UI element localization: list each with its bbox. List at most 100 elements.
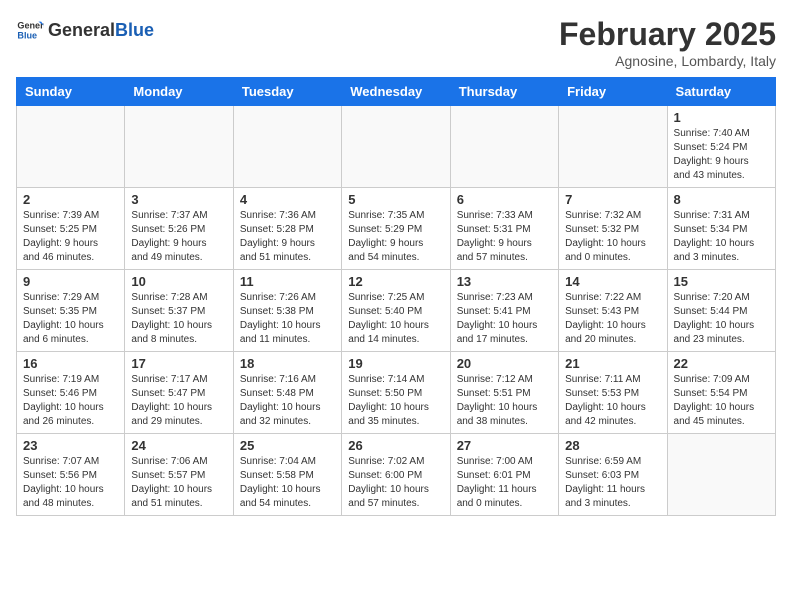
day-number: 2: [23, 192, 118, 207]
day-info: Sunrise: 7:02 AM Sunset: 6:00 PM Dayligh…: [348, 455, 443, 511]
day-number: 8: [674, 192, 769, 207]
calendar-cell: [559, 106, 667, 188]
day-info: Sunrise: 7:20 AM Sunset: 5:44 PM Dayligh…: [674, 291, 769, 347]
day-number: 13: [457, 274, 552, 289]
day-info: Sunrise: 7:17 AM Sunset: 5:47 PM Dayligh…: [131, 373, 226, 429]
day-number: 6: [457, 192, 552, 207]
calendar-cell: 4 Sunrise: 7:36 AM Sunset: 5:28 PM Daylig…: [233, 188, 341, 270]
calendar-cell: [342, 106, 450, 188]
day-number: 18: [240, 356, 335, 371]
week-row-5: 23Sunrise: 7:07 AM Sunset: 5:56 PM Dayli…: [17, 434, 776, 516]
calendar-cell: 6Sunrise: 7:33 AM Sunset: 5:31 PM Daylig…: [450, 188, 558, 270]
calendar-cell: 12Sunrise: 7:25 AM Sunset: 5:40 PM Dayli…: [342, 270, 450, 352]
calendar-cell: 18 Sunrise: 7:16 AM Sunset: 5:48 PM Dayli…: [233, 352, 341, 434]
calendar-cell: 15 Sunrise: 7:20 AM Sunset: 5:44 PM Dayli…: [667, 270, 775, 352]
day-info: Sunrise: 7:04 AM Sunset: 5:58 PM Dayligh…: [240, 455, 335, 511]
day-info: Sunrise: 7:09 AM Sunset: 5:54 PM Dayligh…: [674, 373, 769, 429]
day-number: 20: [457, 356, 552, 371]
weekday-header-wednesday: Wednesday: [342, 78, 450, 106]
day-info: Sunrise: 7:14 AM Sunset: 5:50 PM Dayligh…: [348, 373, 443, 429]
calendar-cell: 22 Sunrise: 7:09 AM Sunset: 5:54 PM Dayli…: [667, 352, 775, 434]
weekday-header-tuesday: Tuesday: [233, 78, 341, 106]
day-info: Sunrise: 7:36 AM Sunset: 5:28 PM Dayligh…: [240, 209, 335, 265]
day-info: Sunrise: 7:39 AM Sunset: 5:25 PM Dayligh…: [23, 209, 118, 265]
calendar-cell: [450, 106, 558, 188]
logo-text-general: General: [48, 20, 115, 41]
calendar-cell: 5 Sunrise: 7:35 AM Sunset: 5:29 PM Daylig…: [342, 188, 450, 270]
day-number: 16: [23, 356, 118, 371]
day-number: 22: [674, 356, 769, 371]
day-number: 3: [131, 192, 226, 207]
calendar-cell: [667, 434, 775, 516]
day-info: Sunrise: 7:00 AM Sunset: 6:01 PM Dayligh…: [457, 455, 552, 511]
day-info: Sunrise: 7:31 AM Sunset: 5:34 PM Dayligh…: [674, 209, 769, 265]
calendar-cell: 20 Sunrise: 7:12 AM Sunset: 5:51 PM Dayli…: [450, 352, 558, 434]
calendar-cell: 3 Sunrise: 7:37 AM Sunset: 5:26 PM Daylig…: [125, 188, 233, 270]
calendar-cell: 27 Sunrise: 7:00 AM Sunset: 6:01 PM Dayli…: [450, 434, 558, 516]
day-number: 17: [131, 356, 226, 371]
day-info: Sunrise: 7:12 AM Sunset: 5:51 PM Dayligh…: [457, 373, 552, 429]
day-info: Sunrise: 7:26 AM Sunset: 5:38 PM Dayligh…: [240, 291, 335, 347]
week-row-1: 1 Sunrise: 7:40 AM Sunset: 5:24 PM Daylig…: [17, 106, 776, 188]
day-number: 7: [565, 192, 660, 207]
calendar-cell: 16 Sunrise: 7:19 AM Sunset: 5:46 PM Dayli…: [17, 352, 125, 434]
day-number: 15: [674, 274, 769, 289]
day-info: Sunrise: 7:35 AM Sunset: 5:29 PM Dayligh…: [348, 209, 443, 265]
weekday-header-row: SundayMondayTuesdayWednesdayThursdayFrid…: [17, 78, 776, 106]
calendar: SundayMondayTuesdayWednesdayThursdayFrid…: [16, 77, 776, 516]
calendar-cell: 21Sunrise: 7:11 AM Sunset: 5:53 PM Dayli…: [559, 352, 667, 434]
day-info: Sunrise: 7:32 AM Sunset: 5:32 PM Dayligh…: [565, 209, 660, 265]
calendar-cell: [17, 106, 125, 188]
logo-icon: General Blue: [16, 16, 44, 44]
location: Agnosine, Lombardy, Italy: [559, 53, 776, 69]
day-info: Sunrise: 7:29 AM Sunset: 5:35 PM Dayligh…: [23, 291, 118, 347]
calendar-cell: 28 Sunrise: 6:59 AM Sunset: 6:03 PM Dayli…: [559, 434, 667, 516]
calendar-cell: 10 Sunrise: 7:28 AM Sunset: 5:37 PM Dayli…: [125, 270, 233, 352]
day-info: Sunrise: 7:22 AM Sunset: 5:43 PM Dayligh…: [565, 291, 660, 347]
calendar-cell: 19 Sunrise: 7:14 AM Sunset: 5:50 PM Dayli…: [342, 352, 450, 434]
day-number: 23: [23, 438, 118, 453]
day-number: 14: [565, 274, 660, 289]
calendar-cell: 26 Sunrise: 7:02 AM Sunset: 6:00 PM Dayli…: [342, 434, 450, 516]
day-info: Sunrise: 6:59 AM Sunset: 6:03 PM Dayligh…: [565, 455, 660, 511]
day-number: 28: [565, 438, 660, 453]
week-row-4: 16 Sunrise: 7:19 AM Sunset: 5:46 PM Dayli…: [17, 352, 776, 434]
day-number: 19: [348, 356, 443, 371]
day-number: 10: [131, 274, 226, 289]
week-row-3: 9Sunrise: 7:29 AM Sunset: 5:35 PM Daylig…: [17, 270, 776, 352]
weekday-header-friday: Friday: [559, 78, 667, 106]
month-year: February 2025: [559, 16, 776, 53]
day-number: 4: [240, 192, 335, 207]
calendar-cell: [125, 106, 233, 188]
day-info: Sunrise: 7:16 AM Sunset: 5:48 PM Dayligh…: [240, 373, 335, 429]
weekday-header-thursday: Thursday: [450, 78, 558, 106]
calendar-cell: 14 Sunrise: 7:22 AM Sunset: 5:43 PM Dayli…: [559, 270, 667, 352]
day-number: 26: [348, 438, 443, 453]
header: General Blue GeneralBlue February 2025 A…: [16, 16, 776, 69]
day-number: 27: [457, 438, 552, 453]
calendar-cell: 13Sunrise: 7:23 AM Sunset: 5:41 PM Dayli…: [450, 270, 558, 352]
day-number: 5: [348, 192, 443, 207]
week-row-2: 2 Sunrise: 7:39 AM Sunset: 5:25 PM Daylig…: [17, 188, 776, 270]
calendar-cell: 24Sunrise: 7:06 AM Sunset: 5:57 PM Dayli…: [125, 434, 233, 516]
calendar-cell: 25 Sunrise: 7:04 AM Sunset: 5:58 PM Dayli…: [233, 434, 341, 516]
calendar-cell: 8 Sunrise: 7:31 AM Sunset: 5:34 PM Daylig…: [667, 188, 775, 270]
day-number: 1: [674, 110, 769, 125]
day-info: Sunrise: 7:06 AM Sunset: 5:57 PM Dayligh…: [131, 455, 226, 511]
calendar-cell: [233, 106, 341, 188]
svg-text:Blue: Blue: [17, 30, 37, 40]
calendar-cell: 11Sunrise: 7:26 AM Sunset: 5:38 PM Dayli…: [233, 270, 341, 352]
title-area: February 2025 Agnosine, Lombardy, Italy: [559, 16, 776, 69]
day-info: Sunrise: 7:19 AM Sunset: 5:46 PM Dayligh…: [23, 373, 118, 429]
day-info: Sunrise: 7:37 AM Sunset: 5:26 PM Dayligh…: [131, 209, 226, 265]
day-number: 25: [240, 438, 335, 453]
logo: General Blue GeneralBlue: [16, 16, 154, 44]
day-info: Sunrise: 7:40 AM Sunset: 5:24 PM Dayligh…: [674, 127, 769, 183]
weekday-header-monday: Monday: [125, 78, 233, 106]
logo-text-blue: Blue: [115, 20, 154, 41]
weekday-header-sunday: Sunday: [17, 78, 125, 106]
day-info: Sunrise: 7:28 AM Sunset: 5:37 PM Dayligh…: [131, 291, 226, 347]
calendar-cell: 17 Sunrise: 7:17 AM Sunset: 5:47 PM Dayli…: [125, 352, 233, 434]
calendar-cell: 7 Sunrise: 7:32 AM Sunset: 5:32 PM Daylig…: [559, 188, 667, 270]
calendar-cell: 9Sunrise: 7:29 AM Sunset: 5:35 PM Daylig…: [17, 270, 125, 352]
